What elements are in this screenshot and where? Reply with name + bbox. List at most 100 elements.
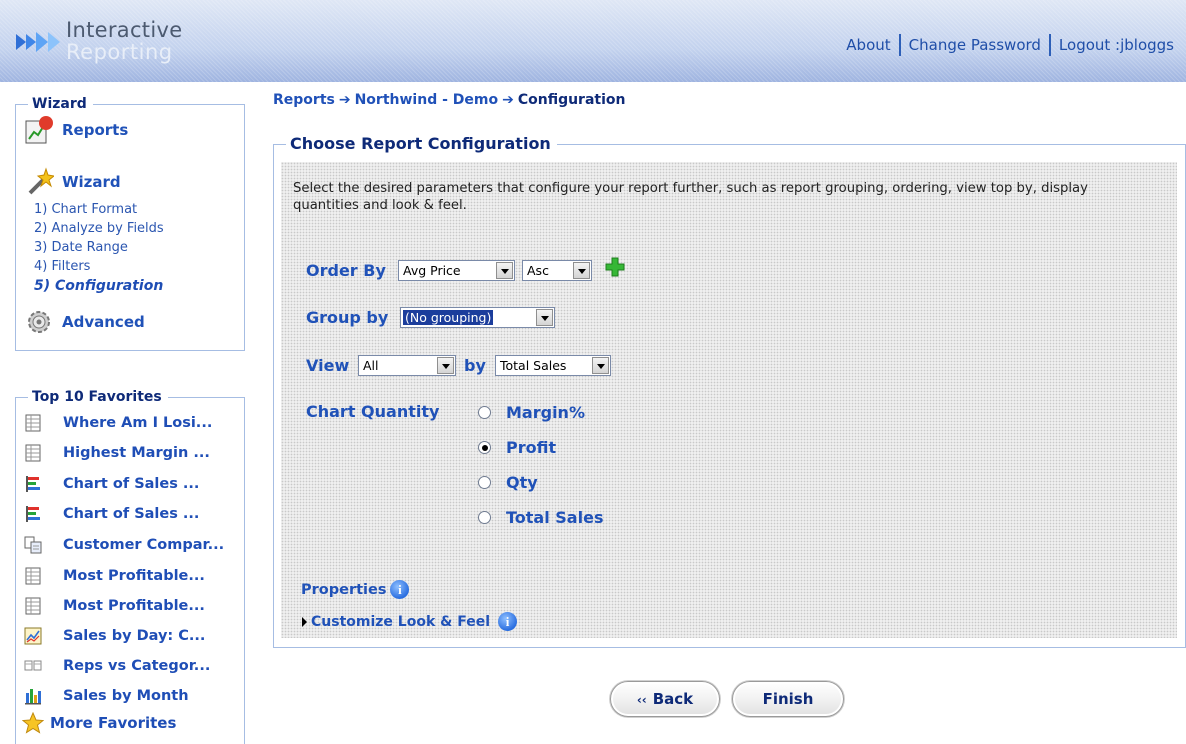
info-icon[interactable]: i — [498, 612, 517, 631]
add-order-plus-icon[interactable] — [604, 256, 626, 278]
compare-icon — [24, 536, 42, 554]
favorite-item[interactable]: Sales by Day: C... — [24, 627, 205, 645]
favorite-item[interactable]: Reps vs Categor... — [24, 657, 210, 675]
back-button-label: Back — [652, 690, 694, 708]
favorites-panel: Top 10 Favorites Where Am I Losi... High… — [15, 389, 245, 744]
properties-link[interactable]: Properties i — [301, 580, 410, 599]
configuration-description: Select the desired parameters that confi… — [293, 181, 1088, 213]
wizard-step-date-range[interactable]: 3) Date Range — [34, 240, 128, 255]
change-password-link[interactable]: Change Password — [909, 36, 1041, 54]
top-links: About Change Password Logout :jbloggs — [846, 34, 1174, 56]
group-by-value: (No grouping) — [403, 310, 494, 325]
chart-quantity-label: Chart Quantity — [306, 402, 440, 421]
table-icon — [25, 597, 41, 615]
view-value: All — [363, 358, 379, 373]
sidebar-item-wizard[interactable]: Wizard — [24, 167, 121, 197]
sidebar-item-advanced[interactable]: Advanced — [24, 307, 145, 337]
wizard-step-configuration[interactable]: 5) Configuration — [34, 278, 163, 294]
customize-label: Customize Look & Feel — [311, 613, 490, 630]
breadcrumb-report[interactable]: Northwind - Demo — [355, 92, 499, 108]
favorites-panel-title: Top 10 Favorites — [28, 389, 168, 405]
favorite-item[interactable]: Most Profitable... — [24, 567, 205, 585]
radio-label: Margin% — [506, 403, 585, 422]
chevron-down-icon — [573, 262, 590, 279]
about-link[interactable]: About — [846, 36, 890, 54]
table-icon — [25, 414, 41, 432]
order-by-direction-select[interactable]: Asc — [522, 260, 592, 281]
sidebar-item-label: Advanced — [62, 313, 145, 331]
chevron-down-icon — [496, 262, 513, 279]
chevron-down-icon — [536, 309, 553, 326]
favorite-label: Most Profitable... — [63, 568, 205, 584]
radio-margin-percent[interactable]: Margin% — [478, 403, 585, 422]
wizard-panel: Wizard Reports Wizard 1) Chart Format 2)… — [15, 96, 245, 351]
sidebar-item-reports[interactable]: Reports — [24, 115, 128, 145]
favorite-label: Where Am I Losi... — [63, 415, 213, 431]
logo-arrows-icon — [16, 32, 60, 52]
double-chevron-left-icon: ‹‹ — [636, 693, 647, 707]
group-by-select[interactable]: (No grouping) — [400, 307, 555, 328]
logout-link[interactable]: Logout :jbloggs — [1059, 36, 1174, 54]
bar-chart-icon — [26, 476, 40, 492]
favorite-item[interactable]: Sales by Month — [24, 687, 189, 705]
bar-chart-icon — [26, 506, 40, 522]
expand-triangle-icon — [302, 616, 307, 627]
favorite-label: Chart of Sales ... — [63, 476, 200, 492]
favorite-label: Sales by Month — [63, 688, 189, 704]
favorite-label: Most Profitable... — [63, 598, 205, 614]
breadcrumb-current: Configuration — [517, 92, 626, 108]
radio-profit[interactable]: Profit — [478, 438, 556, 457]
favorite-item[interactable]: Most Profitable... — [24, 597, 205, 615]
favorite-item[interactable]: Chart of Sales ... — [24, 505, 199, 523]
configuration-body: Select the desired parameters that confi… — [281, 162, 1177, 638]
sidebar-item-label: Reports — [62, 121, 129, 139]
favorite-item[interactable]: Customer Compar... — [24, 536, 224, 554]
more-favorites-label: More Favorites — [50, 714, 177, 732]
view-select[interactable]: All — [358, 355, 456, 376]
app-header: Interactive Reporting About Change Passw… — [0, 0, 1186, 82]
view-by-select[interactable]: Total Sales — [495, 355, 611, 376]
customize-look-feel-toggle[interactable]: Customize Look & Feel i — [302, 612, 517, 631]
logo-text-line1: Interactive — [66, 18, 183, 42]
back-button[interactable]: ‹‹ Back — [610, 681, 720, 717]
chevron-down-icon — [437, 357, 454, 374]
favorite-label: Reps vs Categor... — [63, 658, 211, 674]
logo-text-line2: Reporting — [66, 40, 173, 64]
breadcrumb-arrow-icon: ➔ — [502, 92, 514, 108]
radio-total-sales[interactable]: Total Sales — [478, 508, 603, 527]
wizard-panel-title: Wizard — [28, 96, 93, 112]
order-by-field-select[interactable]: Avg Price — [398, 260, 515, 281]
radio-label: Qty — [506, 473, 538, 492]
breadcrumb-reports[interactable]: Reports — [273, 92, 335, 108]
app-logo[interactable]: Interactive Reporting — [14, 16, 184, 64]
favorite-item[interactable]: Where Am I Losi... — [24, 414, 212, 432]
link-divider — [1048, 34, 1051, 56]
column-chart-icon — [25, 689, 41, 705]
favorite-item[interactable]: Highest Margin ... — [24, 444, 210, 462]
view-label: View — [306, 356, 350, 375]
info-icon[interactable]: i — [390, 580, 410, 599]
star-icon — [22, 712, 44, 734]
favorite-item[interactable]: Chart of Sales ... — [24, 475, 199, 493]
table-icon — [25, 567, 41, 585]
properties-label: Properties — [301, 581, 387, 598]
magic-wand-icon — [28, 167, 54, 195]
favorite-label: Highest Margin ... — [63, 445, 210, 461]
wizard-step-analyze-by-fields[interactable]: 2) Analyze by Fields — [34, 221, 164, 236]
radio-button — [478, 476, 491, 489]
radio-qty[interactable]: Qty — [478, 473, 538, 492]
group-by-label: Group by — [306, 308, 389, 327]
favorite-label: Sales by Day: C... — [63, 628, 206, 644]
link-divider — [898, 34, 901, 56]
radio-label: Profit — [506, 438, 557, 457]
sidebar-item-label: Wizard — [62, 173, 121, 191]
order-by-label: Order By — [306, 261, 386, 280]
more-favorites-link[interactable]: More Favorites — [22, 712, 176, 734]
reports-icon — [25, 116, 53, 144]
favorite-label: Customer Compar... — [63, 537, 225, 553]
finish-button[interactable]: Finish — [732, 681, 844, 717]
pivot-icon — [24, 660, 42, 671]
configuration-panel: Choose Report Configuration Select the d… — [273, 134, 1186, 648]
wizard-step-filters[interactable]: 4) Filters — [34, 259, 90, 274]
wizard-step-chart-format[interactable]: 1) Chart Format — [34, 202, 137, 217]
